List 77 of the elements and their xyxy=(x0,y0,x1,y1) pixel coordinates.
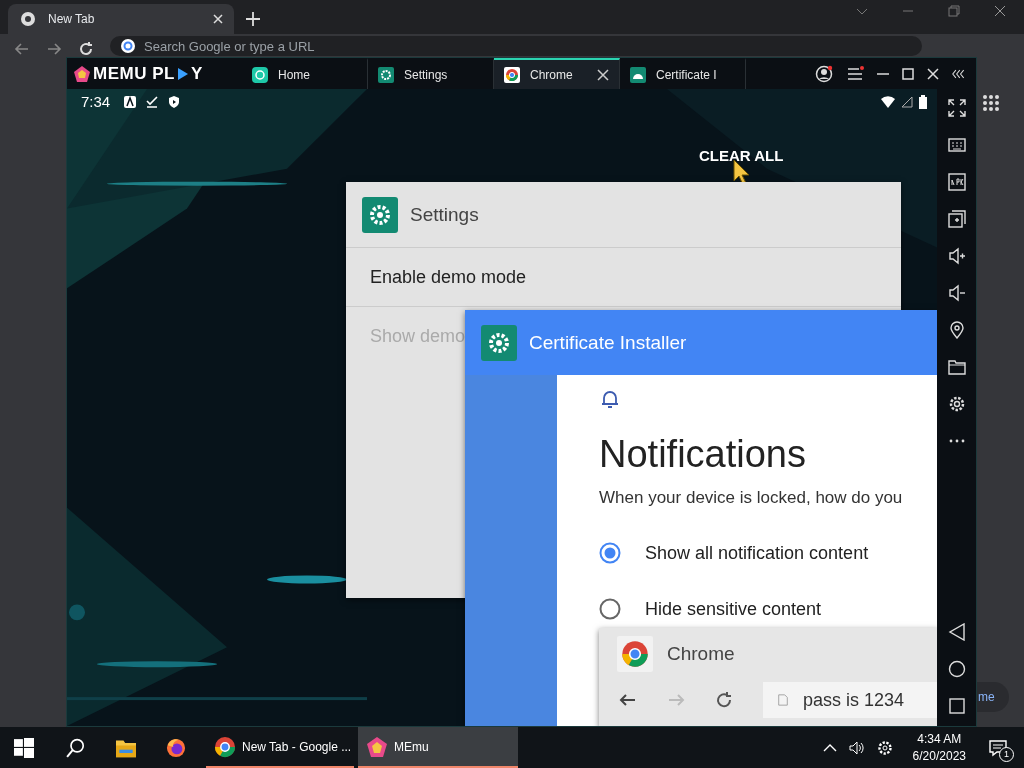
settings-row[interactable]: Enable demo mode xyxy=(346,248,901,307)
reload-icon[interactable] xyxy=(78,41,94,57)
pentagon-icon xyxy=(366,735,388,758)
home-app-icon xyxy=(252,66,268,83)
fullscreen-icon[interactable] xyxy=(947,99,966,117)
logo-text: Y xyxy=(190,63,203,84)
back-icon[interactable] xyxy=(947,623,966,641)
new-tab-icon[interactable] xyxy=(246,12,260,26)
message-icon xyxy=(989,738,1007,757)
date-text: 6/20/2023 xyxy=(912,747,966,765)
page-icon xyxy=(777,694,789,706)
bell-icon xyxy=(601,389,619,409)
gear-icon xyxy=(378,66,394,83)
keyboard-icon[interactable] xyxy=(947,136,966,154)
radio-option[interactable]: Show all notification content xyxy=(599,542,869,564)
card-title: Chrome xyxy=(667,643,735,665)
home-icon[interactable] xyxy=(947,660,966,678)
signal-icon xyxy=(901,95,914,108)
card-title: Certificate Installer xyxy=(529,331,687,354)
multi-window-icon[interactable] xyxy=(947,210,966,228)
wifi-icon xyxy=(881,94,896,109)
card-title: Settings xyxy=(410,203,479,226)
tab-title: New Tab xyxy=(48,12,95,26)
chrome-icon xyxy=(214,735,236,758)
menu-icon[interactable] xyxy=(846,64,864,83)
shield-icon xyxy=(168,95,181,108)
emulator-tab[interactable]: Chrome xyxy=(494,58,620,89)
download-done-icon xyxy=(146,95,159,108)
search-icon[interactable] xyxy=(66,737,86,758)
address-bar[interactable]: Search Google or type a URL xyxy=(110,36,922,56)
gear-icon xyxy=(481,324,517,361)
volume-up-icon[interactable] xyxy=(947,247,966,265)
clock: 7:34 xyxy=(81,93,111,110)
volume-down-icon[interactable] xyxy=(947,284,966,302)
location-icon[interactable] xyxy=(947,321,966,339)
reload-icon[interactable] xyxy=(715,691,733,709)
app-card[interactable]: Chrome pass is 1234 xyxy=(599,628,938,726)
windows-start-icon[interactable] xyxy=(14,737,34,758)
radio-option[interactable]: Hide sensitive content xyxy=(599,598,822,620)
close-icon[interactable] xyxy=(597,68,609,81)
restore-icon[interactable] xyxy=(948,5,960,17)
clear-all-button[interactable]: CLEAR ALL xyxy=(697,145,786,166)
account-icon[interactable] xyxy=(815,64,833,83)
close-icon[interactable] xyxy=(994,5,1006,17)
heading: Notifications xyxy=(599,433,807,476)
radio-button[interactable] xyxy=(599,542,621,564)
browser-tab[interactable]: New Tab xyxy=(8,4,234,34)
logo-icon xyxy=(73,64,91,83)
android-icon xyxy=(630,66,646,83)
radio-button[interactable] xyxy=(599,598,621,620)
google-icon xyxy=(120,38,136,54)
folder-icon[interactable] xyxy=(947,358,966,376)
play-icon xyxy=(176,66,189,81)
recents-icon[interactable] xyxy=(947,697,966,715)
description: When your device is locked, how do you xyxy=(599,488,904,508)
chrome-icon xyxy=(20,11,36,27)
volume-icon[interactable] xyxy=(848,739,865,756)
forward-icon[interactable] xyxy=(46,41,62,57)
taskbar-app[interactable]: MEmu xyxy=(358,727,518,768)
taskbar-app[interactable]: New Tab - Google ... xyxy=(206,727,354,768)
taskbar-clock[interactable]: 4:34 AM 6/20/2023 xyxy=(904,730,974,765)
battery-icon xyxy=(919,94,928,109)
settings-icon[interactable] xyxy=(876,739,893,756)
maximize-icon[interactable] xyxy=(902,67,914,80)
url-text: pass is 1234 xyxy=(803,689,905,711)
chrome-icon xyxy=(504,66,520,83)
apk-icon[interactable] xyxy=(947,173,966,191)
settings-icon[interactable] xyxy=(947,395,966,413)
notification-count: 1 xyxy=(999,746,1014,762)
firefox-icon[interactable] xyxy=(166,737,186,758)
logo-text: MEMU PL xyxy=(93,63,175,84)
time-text: 4:34 AM xyxy=(917,730,962,748)
chrome-icon xyxy=(617,636,653,672)
gear-icon xyxy=(362,196,398,233)
page-button[interactable]: me xyxy=(976,682,1009,712)
address-bar[interactable]: pass is 1234 xyxy=(763,682,938,718)
apps-grid-icon[interactable] xyxy=(982,94,1000,112)
